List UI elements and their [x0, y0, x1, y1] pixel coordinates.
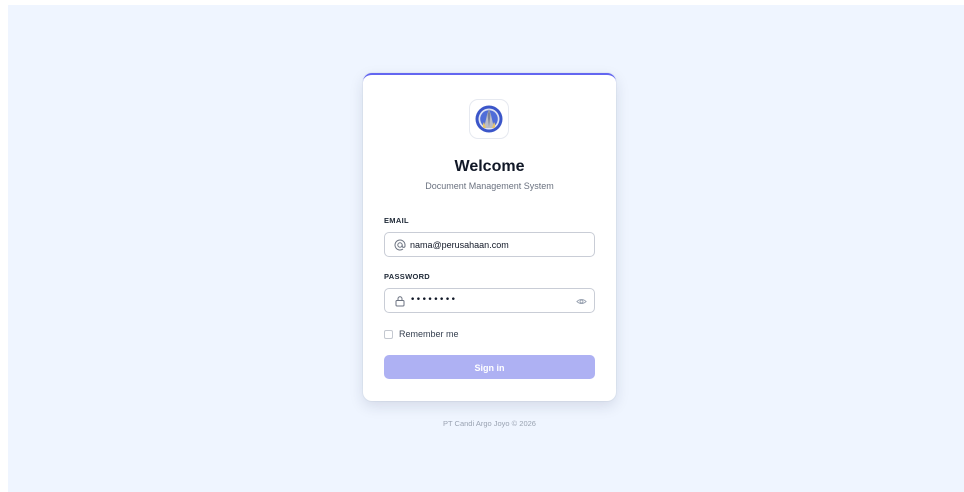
eye-icon[interactable]: [575, 295, 587, 307]
email-input[interactable]: [410, 236, 580, 253]
remember-me-checkbox[interactable]: [384, 329, 393, 339]
footer-copyright: PT Candi Argo Joyo © 2026: [443, 419, 536, 428]
page-subtitle: Document Management System: [425, 181, 554, 191]
password-input[interactable]: ••••••••: [410, 295, 456, 305]
at-icon: [393, 238, 406, 251]
password-label: PASSWORD: [384, 272, 431, 281]
company-logo: [469, 99, 509, 139]
sign-in-button[interactable]: Sign in: [384, 355, 595, 379]
page-title: Welcome: [454, 158, 525, 175]
remember-me-row[interactable]: Remember me: [384, 329, 459, 339]
email-field-wrapper[interactable]: [384, 232, 595, 257]
remember-me-label[interactable]: Remember me: [399, 329, 459, 339]
login-card: Welcome Document Management System EMAIL…: [363, 73, 616, 401]
password-field-wrapper[interactable]: ••••••••: [384, 288, 595, 313]
lock-icon: [393, 294, 406, 307]
logo-emblem-icon: [475, 105, 503, 133]
email-label: EMAIL: [384, 216, 409, 225]
